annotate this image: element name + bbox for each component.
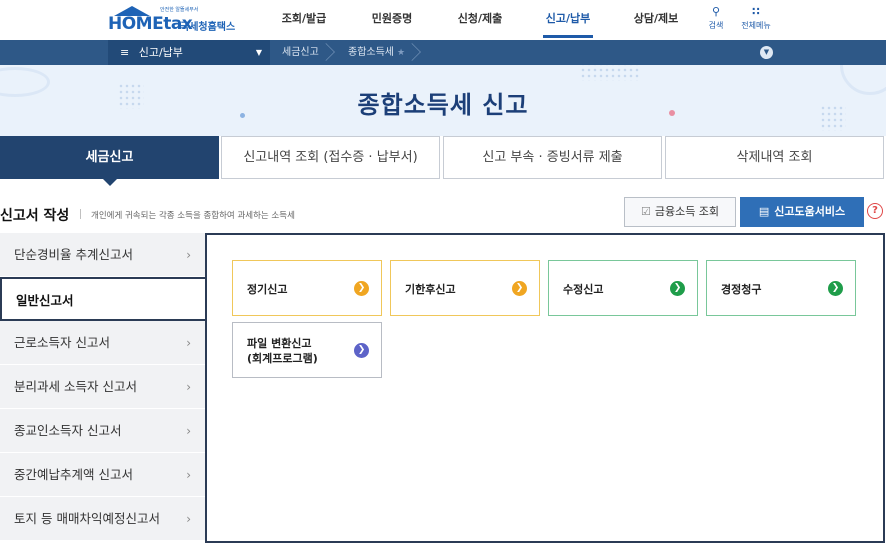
nav-consult-report[interactable]: 상담/제보 — [612, 0, 700, 40]
correction-claim-card[interactable]: 경정청구 ❯ — [706, 260, 856, 316]
chevron-right-icon — [403, 43, 421, 61]
card-label: 정기신고 — [247, 282, 288, 296]
chevron-down-icon[interactable]: ▼ — [760, 46, 773, 59]
divider — [80, 209, 81, 219]
side-item-simple-expense[interactable]: 단순경비율 추계신고서 › — [0, 233, 207, 277]
report-type-panel: 정기신고 ❯ 기한후신고 ❯ 수정신고 ❯ 경정청구 ❯ 파일 변환신고 (회계… — [205, 233, 885, 543]
nav-report-pay[interactable]: 신고/납부 — [524, 0, 612, 40]
section-title: 신고서 작성 — [0, 208, 70, 224]
tab-tax-report[interactable]: 세금신고 — [0, 136, 219, 186]
side-item-label: 중간예납추계액 신고서 — [14, 467, 133, 482]
side-item-land-trading[interactable]: 토지 등 매매차익예정신고서 › — [0, 497, 207, 541]
nav-civil-certificate[interactable]: 민원증명 — [348, 0, 436, 40]
tab-bar: 세금신고 신고내역 조회 (접수증 · 납부서) 신고 부속 · 증빙서류 제출… — [0, 136, 886, 186]
breadcrumb-menu-label: 신고/납부 — [138, 46, 183, 59]
side-item-interim-prepayment[interactable]: 중간예납추계액 신고서 › — [0, 453, 207, 497]
report-help-service-button[interactable]: ▤ 신고도움서비스 — [740, 197, 864, 227]
side-item-label: 분리과세 소득자 신고서 — [14, 379, 137, 394]
logo-korean: 국세청홈택스 — [180, 22, 236, 33]
title-banner: 종합소득세 신고 — [0, 65, 886, 136]
all-menu-label: 전체메뉴 — [741, 21, 771, 30]
chevron-right-icon — [316, 43, 335, 61]
breadcrumb-item-label: 세금신고 — [282, 47, 319, 58]
tab-deleted-history[interactable]: 삭제내역 조회 — [665, 136, 884, 179]
book-icon: ▤ — [758, 205, 770, 218]
all-menu-button[interactable]: ∷ 전체메뉴 — [736, 5, 776, 31]
card-label: 경정청구 — [721, 282, 762, 296]
top-header: 안전한 알뜰세무서 HOMEtax 국세청홈택스 조회/발급 민원증명 신청/제… — [0, 0, 886, 40]
tab-attachment-submit[interactable]: 신고 부속 · 증빙서류 제출 — [443, 136, 662, 179]
file-conversion-report-card[interactable]: 파일 변환신고 (회계프로그램) ❯ — [232, 322, 382, 378]
breadcrumb: ≡ 신고/납부 ▼ 세금신고 종합소득세 ★ ▼ — [0, 40, 886, 65]
card-label-line2: (회계프로그램) — [247, 352, 318, 365]
chevron-right-icon: › — [186, 468, 191, 482]
finance-income-inquiry-button[interactable]: ☑ 금융소득 조회 — [624, 197, 736, 227]
side-item-general-report[interactable]: 일반신고서 — [0, 277, 207, 321]
card-label-line1: 파일 변환신고 — [247, 337, 312, 350]
side-item-label: 일반신고서 — [16, 293, 74, 308]
finance-income-label: 금융소득 조회 — [654, 205, 720, 218]
arrow-right-icon: ❯ — [670, 281, 685, 296]
decor-dots — [580, 65, 640, 81]
side-item-religious-income[interactable]: 종교인소득자 신고서 › — [0, 409, 207, 453]
report-help-label: 신고도움서비스 — [774, 205, 846, 218]
grid-menu-icon: ∷ — [752, 5, 760, 18]
section-description: 개인에게 귀속되는 각종 소득을 종합하여 과세하는 소득세 — [91, 211, 295, 221]
chevron-right-icon: › — [186, 380, 191, 394]
help-icon[interactable]: ? — [867, 203, 883, 219]
arrow-right-icon: ❯ — [354, 281, 369, 296]
chevron-right-icon: › — [186, 248, 191, 262]
card-label: 파일 변환신고 (회계프로그램) — [247, 323, 318, 379]
late-report-card[interactable]: 기한후신고 ❯ — [390, 260, 540, 316]
tab-report-history[interactable]: 신고내역 조회 (접수증 · 납부서) — [221, 136, 440, 179]
side-menu: 단순경비율 추계신고서 › 일반신고서 근로소득자 신고서 › 분리과세 소득자 신… — [0, 233, 207, 543]
checkbox-icon: ☑ — [640, 205, 651, 218]
breadcrumb-item-tax-report[interactable]: 세금신고 — [282, 40, 335, 65]
side-item-label: 종교인소득자 신고서 — [14, 423, 122, 438]
search-button[interactable]: ⚲ 검색 — [696, 5, 736, 31]
breadcrumb-item-label: 종합소득세 — [348, 47, 394, 58]
arrow-right-icon: ❯ — [354, 343, 369, 358]
side-item-separate-taxation[interactable]: 분리과세 소득자 신고서 › — [0, 365, 207, 409]
side-item-earned-income[interactable]: 근로소득자 신고서 › — [0, 321, 207, 365]
side-item-label: 근로소득자 신고서 — [14, 335, 110, 350]
regular-report-card[interactable]: 정기신고 ❯ — [232, 260, 382, 316]
card-label: 수정신고 — [563, 282, 604, 296]
side-item-label: 토지 등 매매차익예정신고서 — [14, 511, 160, 526]
amended-report-card[interactable]: 수정신고 ❯ — [548, 260, 698, 316]
chevron-right-icon: › — [186, 512, 191, 526]
search-label: 검색 — [708, 21, 724, 30]
breadcrumb-menu-dropdown[interactable]: ≡ 신고/납부 ▼ — [108, 40, 270, 65]
hometax-logo[interactable]: 안전한 알뜰세무서 HOMEtax 국세청홈택스 — [108, 4, 238, 36]
logo-tagline: 안전한 알뜰세무서 — [160, 7, 199, 13]
hamburger-icon: ≡ — [120, 46, 130, 59]
breadcrumb-item-income-tax[interactable]: 종합소득세 ★ — [348, 40, 421, 65]
chevron-right-icon: › — [186, 424, 191, 438]
card-label: 기한후신고 — [405, 282, 456, 296]
global-nav: 조회/발급 민원증명 신청/제출 신고/납부 상담/제보 — [260, 0, 700, 40]
arrow-right-icon: ❯ — [828, 281, 843, 296]
page-title: 종합소득세 신고 — [357, 91, 529, 119]
side-item-label: 단순경비율 추계신고서 — [14, 247, 133, 262]
caret-down-icon: ▼ — [255, 48, 262, 57]
nav-inquiry-issue[interactable]: 조회/발급 — [260, 0, 348, 40]
nav-apply-submit[interactable]: 신청/제출 — [436, 0, 524, 40]
search-icon: ⚲ — [711, 5, 721, 18]
arrow-right-icon: ❯ — [512, 281, 527, 296]
chevron-right-icon: › — [186, 336, 191, 350]
